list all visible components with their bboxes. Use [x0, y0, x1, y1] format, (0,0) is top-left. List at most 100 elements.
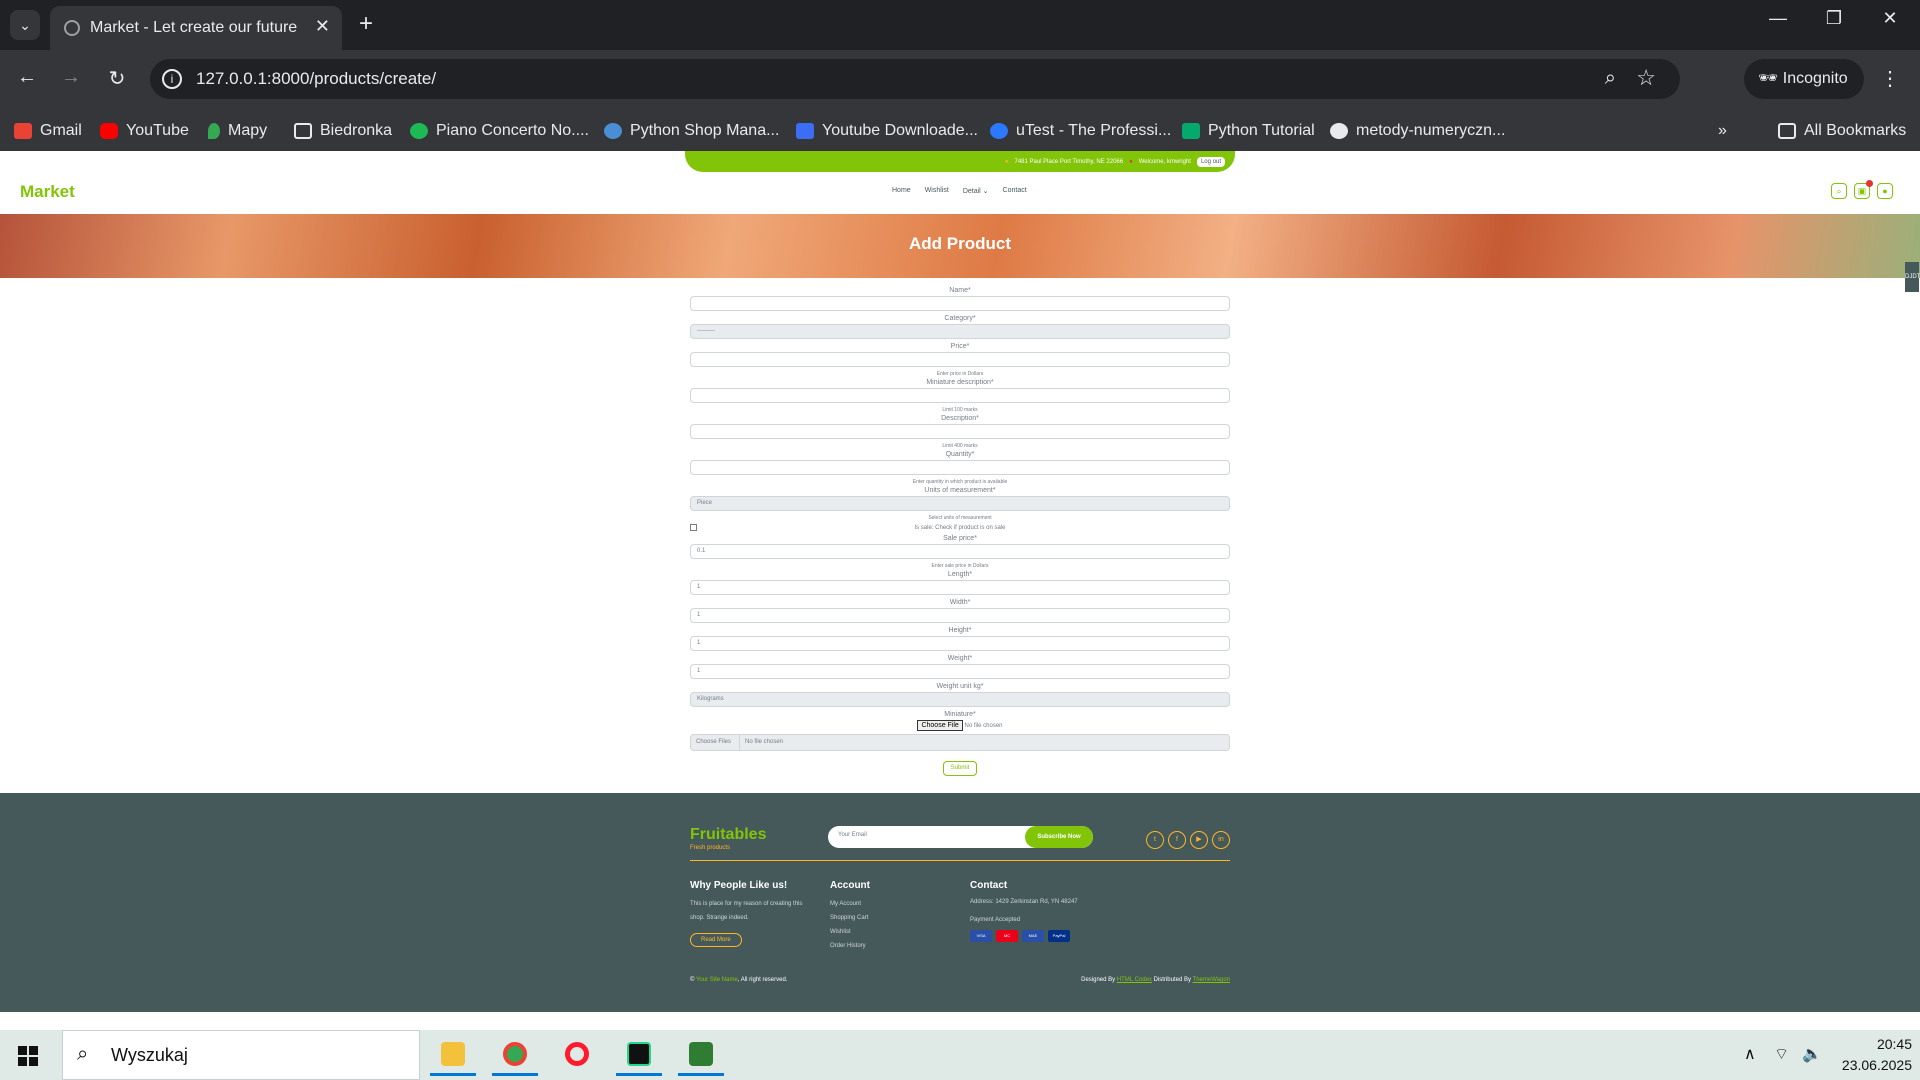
- account-link-order-history[interactable]: Order History: [830, 939, 930, 953]
- address-bar[interactable]: i 127.0.0.1:8000/products/create/ ⌕ ☆: [150, 59, 1680, 99]
- menu-kebab-icon[interactable]: ⋮: [1880, 66, 1900, 91]
- bookmark-mapy[interactable]: Mapy: [208, 122, 267, 140]
- name-input[interactable]: [690, 296, 1230, 311]
- quantity-input[interactable]: [690, 460, 1230, 475]
- bookmark-utest[interactable]: uTest - The Professi...: [990, 122, 1171, 140]
- contact-address: Address: 1429 Zerkinstan Rd, YN 48247: [970, 899, 1078, 905]
- logout-button[interactable]: Log out: [1196, 156, 1225, 167]
- cart-badge: [1866, 180, 1873, 187]
- tab-search-button[interactable]: ⌄: [10, 10, 40, 40]
- taskbar-pycharm[interactable]: [616, 1034, 662, 1076]
- sale-checkbox[interactable]: [690, 524, 697, 531]
- windows-start-icon[interactable]: [18, 1046, 38, 1066]
- price-label: Price*: [950, 343, 970, 350]
- copyright-text: , All right reserved.: [737, 977, 788, 983]
- height-label: Height*: [948, 627, 972, 634]
- taskbar-sheets-app[interactable]: [678, 1034, 724, 1076]
- back-icon[interactable]: ←: [12, 66, 42, 89]
- new-tab-button[interactable]: +: [352, 10, 380, 38]
- taskbar-search-text: Wyszukaj: [111, 1045, 188, 1065]
- bookmark-star-icon[interactable]: ☆: [1636, 65, 1656, 91]
- read-more-button[interactable]: Read More: [690, 933, 742, 947]
- tray-expand-icon[interactable]: ∧: [1744, 1044, 1756, 1064]
- designer-link[interactable]: HTML Codex: [1117, 977, 1152, 983]
- linkedin-icon[interactable]: in: [1212, 831, 1230, 849]
- footer-brand: Fruitables: [690, 826, 767, 843]
- close-tab-icon[interactable]: ✕: [315, 16, 330, 37]
- site-icon: [604, 123, 622, 139]
- units-select[interactable]: Piece: [690, 496, 1230, 511]
- more-bookmarks-icon[interactable]: »: [1718, 122, 1727, 140]
- all-bookmarks[interactable]: All Bookmarks: [1778, 122, 1906, 140]
- zoom-icon[interactable]: ⌕: [1605, 67, 1616, 90]
- nav-detail[interactable]: Detail ⌄: [963, 187, 989, 195]
- browser-tab[interactable]: Market - Let create our future ✕: [50, 6, 342, 50]
- width-input[interactable]: 1: [690, 608, 1230, 623]
- account-link-my-account[interactable]: My Account: [830, 897, 930, 911]
- user-icon[interactable]: ●: [1877, 183, 1893, 199]
- mini-desc-input[interactable]: [690, 388, 1230, 403]
- newsletter-email-input[interactable]: Your Email Subscribe Now: [828, 826, 1093, 848]
- bookmark-python-shop[interactable]: Python Shop Mana...: [604, 122, 779, 140]
- height-input[interactable]: 1: [690, 636, 1230, 651]
- taskbar-search[interactable]: ⌕ Wyszukaj: [62, 1030, 420, 1080]
- incognito-indicator[interactable]: 🕶 Incognito: [1744, 59, 1864, 99]
- taskbar-chrome[interactable]: [492, 1034, 538, 1076]
- tab-title: Market - Let create our future: [90, 19, 298, 36]
- bookmark-youtube[interactable]: YouTube: [100, 122, 189, 140]
- category-select[interactable]: ---------: [690, 324, 1230, 339]
- site-brand[interactable]: Market: [20, 182, 75, 202]
- submit-button[interactable]: Submit: [943, 761, 977, 776]
- choose-files-button[interactable]: Choose Files: [690, 734, 740, 751]
- taskbar-file-explorer[interactable]: [430, 1034, 476, 1076]
- bookmark-piano-concerto[interactable]: Piano Concerto No....: [410, 122, 589, 140]
- wifi-icon[interactable]: ⌔: [1774, 1044, 1789, 1064]
- bookmark-youtube-downloader[interactable]: Youtube Downloade...: [796, 122, 978, 140]
- forward-icon[interactable]: →: [56, 66, 86, 89]
- bookmark-gmail[interactable]: Gmail: [14, 122, 82, 140]
- windows-taskbar: ⌕ Wyszukaj ∧ ⌔ 🔈 20:45 23.06.2025: [0, 1030, 1920, 1080]
- account-title: Account: [830, 880, 870, 891]
- copyright-site-link[interactable]: Your Site Name: [696, 977, 738, 983]
- desc-input[interactable]: [690, 424, 1230, 439]
- sale-price-input[interactable]: 0.1: [690, 544, 1230, 559]
- weight-input[interactable]: 1: [690, 664, 1230, 679]
- add-product-form: Name* Category* --------- Price* Enter p…: [690, 286, 1230, 776]
- youtube-icon[interactable]: ▶: [1190, 831, 1208, 849]
- nav-contact[interactable]: Contact: [1003, 187, 1027, 195]
- url-text[interactable]: 127.0.0.1:8000/products/create/: [196, 69, 436, 89]
- choose-file-button[interactable]: Choose File: [917, 720, 963, 731]
- subscribe-button[interactable]: Subscribe Now: [1025, 826, 1093, 848]
- images-file-input[interactable]: Choose Files No file chosen: [690, 734, 1230, 751]
- why-title: Why People Like us!: [690, 880, 788, 891]
- width-label: Width*: [949, 599, 971, 606]
- taskbar-clock[interactable]: 20:45 23.06.2025: [1830, 1034, 1912, 1076]
- search-icon[interactable]: ⌕: [1831, 183, 1847, 199]
- account-link-shopping-cart[interactable]: Shopping Cart: [830, 911, 930, 925]
- nav-home[interactable]: Home: [892, 187, 911, 195]
- debug-toolbar-handle[interactable]: DJDT: [1905, 262, 1920, 292]
- weight-unit-select[interactable]: Kilograms: [690, 692, 1230, 707]
- distributor-link[interactable]: ThemeWagon: [1193, 977, 1230, 983]
- no-file-text: No file chosen: [964, 723, 1003, 729]
- nav-wishlist[interactable]: Wishlist: [925, 187, 949, 195]
- clock-date: 23.06.2025: [1841, 1057, 1912, 1073]
- cart-icon[interactable]: ▣: [1854, 180, 1873, 199]
- twitter-icon[interactable]: t: [1146, 831, 1164, 849]
- site-footer: Fruitables Fresh products Your Email Sub…: [0, 793, 1920, 1012]
- site-info-icon[interactable]: i: [162, 69, 182, 89]
- close-window-button[interactable]: ✕: [1870, 8, 1910, 29]
- bookmark-metody-numeryczne[interactable]: metody-numeryczn...: [1330, 122, 1505, 140]
- facebook-icon[interactable]: f: [1168, 831, 1186, 849]
- desc-help: Limit 400 marks: [942, 443, 978, 449]
- reload-icon[interactable]: ↻: [102, 66, 132, 91]
- length-input[interactable]: 1: [690, 580, 1230, 595]
- bookmark-python-tutorial[interactable]: Python Tutorial: [1182, 122, 1315, 140]
- bookmark-biedronka[interactable]: Biedronka: [294, 122, 392, 140]
- minimize-button[interactable]: —: [1758, 8, 1798, 29]
- price-input[interactable]: [690, 352, 1230, 367]
- restore-button[interactable]: ❐: [1814, 8, 1854, 29]
- taskbar-opera[interactable]: [554, 1034, 600, 1076]
- account-link-wishlist[interactable]: Wishlist: [830, 925, 930, 939]
- volume-icon[interactable]: 🔈: [1802, 1044, 1822, 1064]
